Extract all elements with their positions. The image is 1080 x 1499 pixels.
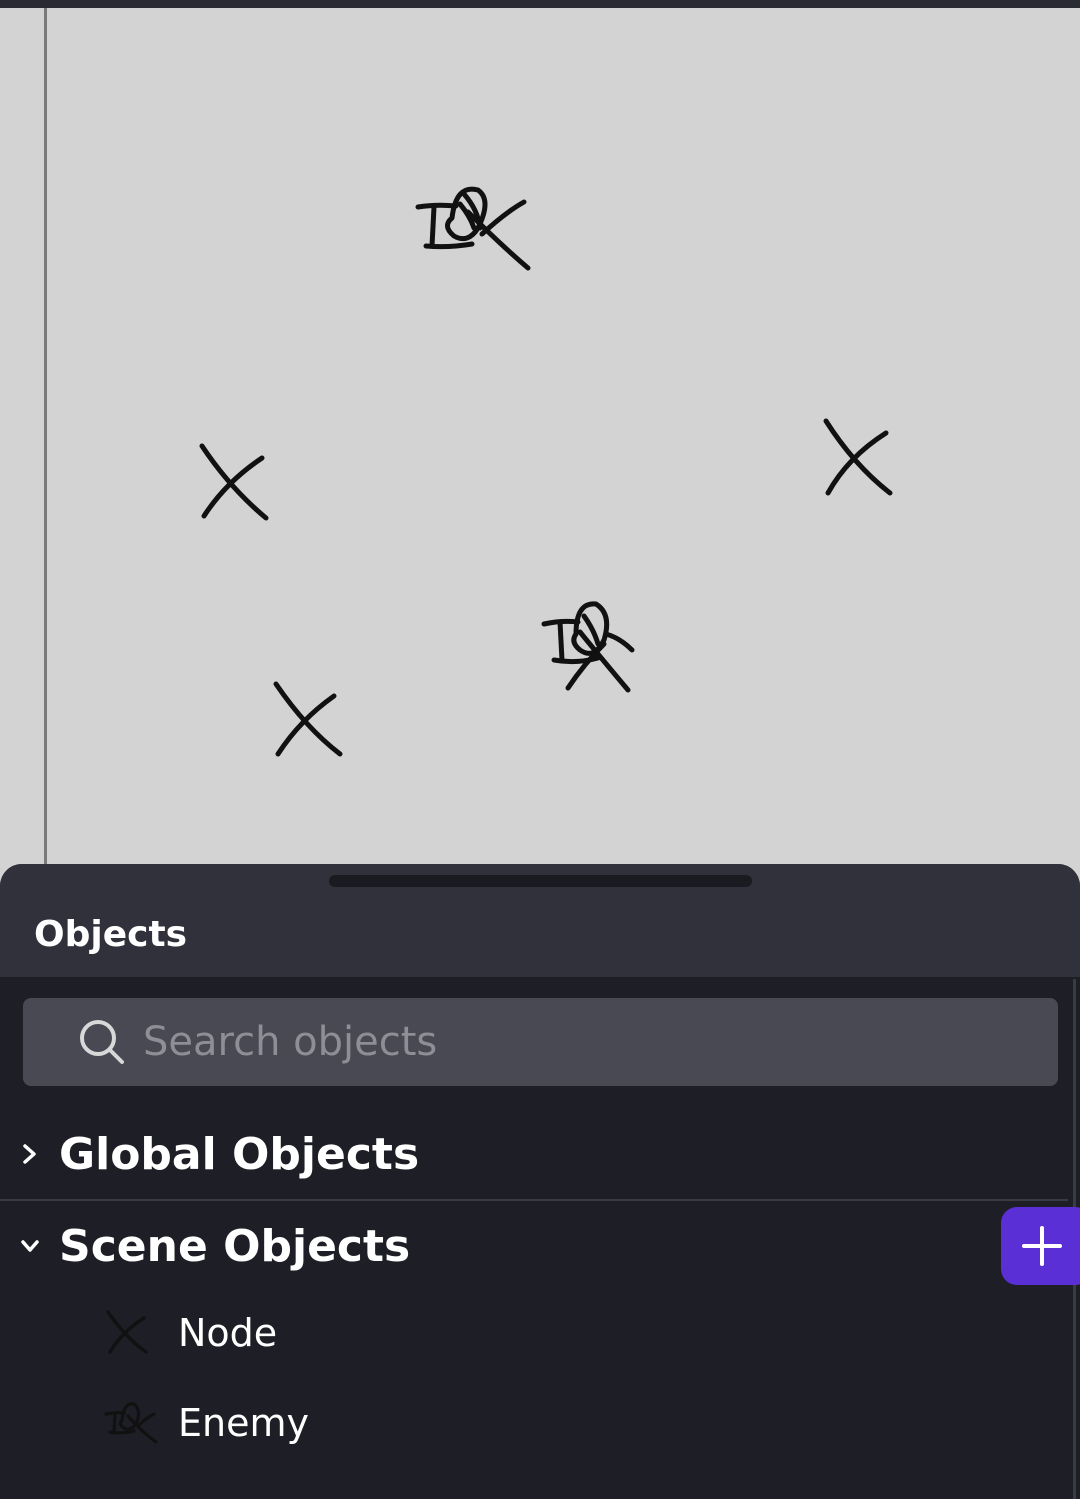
node-instance[interactable]: [196, 440, 272, 522]
node-instance[interactable]: [270, 678, 346, 760]
scene-objects-group[interactable]: Scene Objects: [0, 1201, 1068, 1293]
search-input[interactable]: [143, 998, 1023, 1086]
chevron-down-icon[interactable]: [18, 1231, 42, 1261]
node-instance[interactable]: [818, 415, 896, 497]
enemy-instance[interactable]: [412, 176, 537, 276]
node-sprite-icon: [106, 1310, 148, 1354]
search-box[interactable]: [23, 998, 1058, 1086]
objects-panel: Objects Global Objects Scene Objects: [0, 864, 1080, 1499]
plus-icon: [1022, 1226, 1062, 1266]
scene-objects-label: Scene Objects: [59, 1221, 411, 1272]
drag-handle[interactable]: [329, 875, 752, 887]
scene-canvas[interactable]: [0, 8, 1080, 878]
enemy-sprite-icon: [104, 1402, 158, 1444]
global-objects-group[interactable]: Global Objects: [0, 1109, 1068, 1201]
object-name: Node: [178, 1311, 278, 1355]
add-object-button[interactable]: [1001, 1207, 1080, 1285]
object-list-item[interactable]: Enemy: [0, 1384, 1068, 1464]
object-name: Enemy: [178, 1401, 309, 1445]
objects-panel-header: Objects: [0, 864, 1080, 977]
top-status-bar: [0, 0, 1080, 8]
enemy-instance[interactable]: [540, 594, 640, 694]
search-icon: [80, 1020, 124, 1064]
object-list-item[interactable]: Node: [0, 1294, 1068, 1374]
panel-title: Objects: [34, 914, 188, 955]
scene-boundary-line: [44, 8, 47, 878]
global-objects-label: Global Objects: [59, 1129, 420, 1180]
chevron-right-icon[interactable]: [18, 1139, 42, 1169]
